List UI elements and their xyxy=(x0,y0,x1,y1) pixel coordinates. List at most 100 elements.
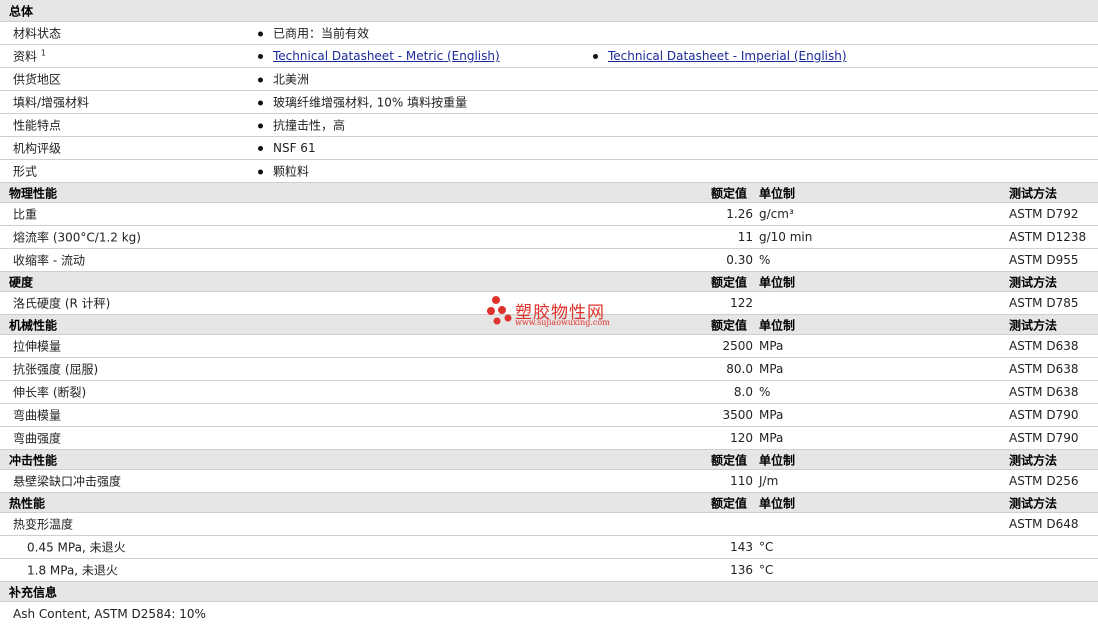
col-header-unit: 单位制 xyxy=(759,186,796,200)
property-unit: MPa xyxy=(759,431,784,445)
property-unit: % xyxy=(759,253,771,267)
property-unit: MPa xyxy=(759,408,784,422)
property-unit: g/cm³ xyxy=(759,207,794,221)
property-label: 热变形温度 xyxy=(13,517,74,532)
property-method: ASTM D638 xyxy=(1009,339,1079,353)
section-title: 物理性能 xyxy=(9,186,58,200)
col-header-unit: 单位制 xyxy=(759,275,796,289)
property-row: 伸长率 (断裂) 8.0 % ASTM D638 xyxy=(0,381,1098,404)
datasheet-link-metric[interactable]: Technical Datasheet - Metric (English) xyxy=(258,49,500,63)
property-row: 收缩率 - 流动 0.30 % ASTM D955 xyxy=(0,249,1098,272)
row-label: 填料/增强材料 xyxy=(13,95,90,110)
section-header-thermal: 热性能 额定值 单位制 测试方法 xyxy=(0,493,1098,513)
supplement-text: Ash Content, ASTM D2584: 10% xyxy=(13,607,206,621)
property-method: ASTM D648 xyxy=(1009,517,1079,531)
watermark-logo: 塑胶物性网 www.sujiaowuxing.com xyxy=(487,296,627,332)
general-row: 供货地区 北美洲 xyxy=(0,68,1098,91)
property-unit: % xyxy=(759,385,771,399)
row-label: 性能特点 xyxy=(13,118,62,133)
col-header-method: 测试方法 xyxy=(1009,186,1058,200)
section-title: 总体 xyxy=(9,4,34,18)
footnote-marker: 1 xyxy=(40,48,46,58)
row-label: 资料 1 xyxy=(13,48,46,64)
logo-dots-icon xyxy=(487,296,512,325)
property-row: 弯曲模量 3500 MPa ASTM D790 xyxy=(0,404,1098,427)
property-label: 0.45 MPa, 未退火 xyxy=(27,540,126,555)
row-value: NSF 61 xyxy=(258,141,316,155)
property-label: 收缩率 - 流动 xyxy=(13,253,85,268)
property-row: 热变形温度 ASTM D648 xyxy=(0,513,1098,536)
property-value: 122 xyxy=(730,296,753,310)
bullet-icon xyxy=(258,123,263,129)
col-header-unit: 单位制 xyxy=(759,453,796,467)
section-title: 硬度 xyxy=(9,275,34,289)
property-row: 熔流率 (300°C/1.2 kg) 11 g/10 min ASTM D123… xyxy=(0,226,1098,249)
section-title: 机械性能 xyxy=(9,318,58,332)
property-unit: g/10 min xyxy=(759,230,813,244)
col-header-value: 额定值 xyxy=(711,186,748,200)
property-label: 弯曲模量 xyxy=(13,408,62,423)
section-header-physical: 物理性能 额定值 单位制 测试方法 xyxy=(0,183,1098,203)
property-method: ASTM D785 xyxy=(1009,296,1079,310)
property-value: 0.30 xyxy=(726,253,753,267)
property-label: 伸长率 (断裂) xyxy=(13,385,87,400)
property-value: 120 xyxy=(730,431,753,445)
datasheet-link-imperial[interactable]: Technical Datasheet - Imperial (English) xyxy=(593,49,847,63)
property-subrow: 1.8 MPa, 未退火 136 °C xyxy=(0,559,1098,582)
property-value: 136 xyxy=(730,563,753,577)
property-unit: °C xyxy=(759,540,774,554)
general-row: 材料状态 已商用：当前有效 xyxy=(0,22,1098,45)
row-label: 形式 xyxy=(13,164,38,179)
property-method: ASTM D790 xyxy=(1009,431,1079,445)
property-value: 3500 xyxy=(722,408,753,422)
property-label: 比重 xyxy=(13,207,38,222)
section-header-impact: 冲击性能 额定值 单位制 测试方法 xyxy=(0,450,1098,470)
property-method: ASTM D1238 xyxy=(1009,230,1087,244)
property-method: ASTM D955 xyxy=(1009,253,1079,267)
property-label: 抗张强度 (屈服) xyxy=(13,362,99,377)
col-header-unit: 单位制 xyxy=(759,496,796,510)
property-unit: °C xyxy=(759,563,774,577)
property-unit: J/m xyxy=(759,474,779,488)
col-header-method: 测试方法 xyxy=(1009,496,1058,510)
property-label: 洛氏硬度 (R 计秤) xyxy=(13,296,111,311)
section-header-hardness: 硬度 额定值 单位制 测试方法 xyxy=(0,272,1098,292)
property-row: 比重 1.26 g/cm³ ASTM D792 xyxy=(0,203,1098,226)
bullet-icon xyxy=(258,54,263,59)
property-label: 拉伸模量 xyxy=(13,339,62,354)
property-value: 1.26 xyxy=(726,207,753,221)
bullet-icon xyxy=(258,31,263,37)
property-method: ASTM D792 xyxy=(1009,207,1079,221)
watermark-url: www.sujiaowuxing.com xyxy=(515,318,610,327)
section-header-general: 总体 xyxy=(0,0,1098,22)
bullet-icon xyxy=(593,54,598,59)
bullet-icon xyxy=(258,77,263,83)
property-unit: MPa xyxy=(759,362,784,376)
row-label: 材料状态 xyxy=(13,26,62,41)
property-value: 2500 xyxy=(722,339,753,353)
section-title: 热性能 xyxy=(9,496,46,510)
bullet-icon xyxy=(258,100,263,106)
col-header-value: 额定值 xyxy=(711,318,748,332)
bullet-icon xyxy=(258,169,263,175)
general-row: 机构评级 NSF 61 xyxy=(0,137,1098,160)
row-value: 北美洲 xyxy=(258,71,309,88)
row-label: 机构评级 xyxy=(13,141,62,156)
row-value: 已商用：当前有效 xyxy=(258,25,369,42)
property-row: 拉伸模量 2500 MPa ASTM D638 xyxy=(0,335,1098,358)
property-value: 110 xyxy=(730,474,753,488)
property-row: 悬壁梁缺口冲击强度 110 J/m ASTM D256 xyxy=(0,470,1098,493)
property-label: 熔流率 (300°C/1.2 kg) xyxy=(13,230,141,245)
supplement-row: Ash Content, ASTM D2584: 10% xyxy=(0,602,1098,626)
property-row: 弯曲强度 120 MPa ASTM D790 xyxy=(0,427,1098,450)
col-header-method: 测试方法 xyxy=(1009,275,1058,289)
row-label: 供货地区 xyxy=(13,72,62,87)
general-row: 资料 1 Technical Datasheet - Metric (Engli… xyxy=(0,45,1098,68)
general-row: 性能特点 抗撞击性，高 xyxy=(0,114,1098,137)
property-unit: MPa xyxy=(759,339,784,353)
property-method: ASTM D638 xyxy=(1009,362,1079,376)
section-title: 补充信息 xyxy=(9,585,58,599)
row-value: 玻璃纤维增强材料, 10% 填料按重量 xyxy=(258,94,467,111)
property-method: ASTM D638 xyxy=(1009,385,1079,399)
property-value: 11 xyxy=(737,230,753,244)
